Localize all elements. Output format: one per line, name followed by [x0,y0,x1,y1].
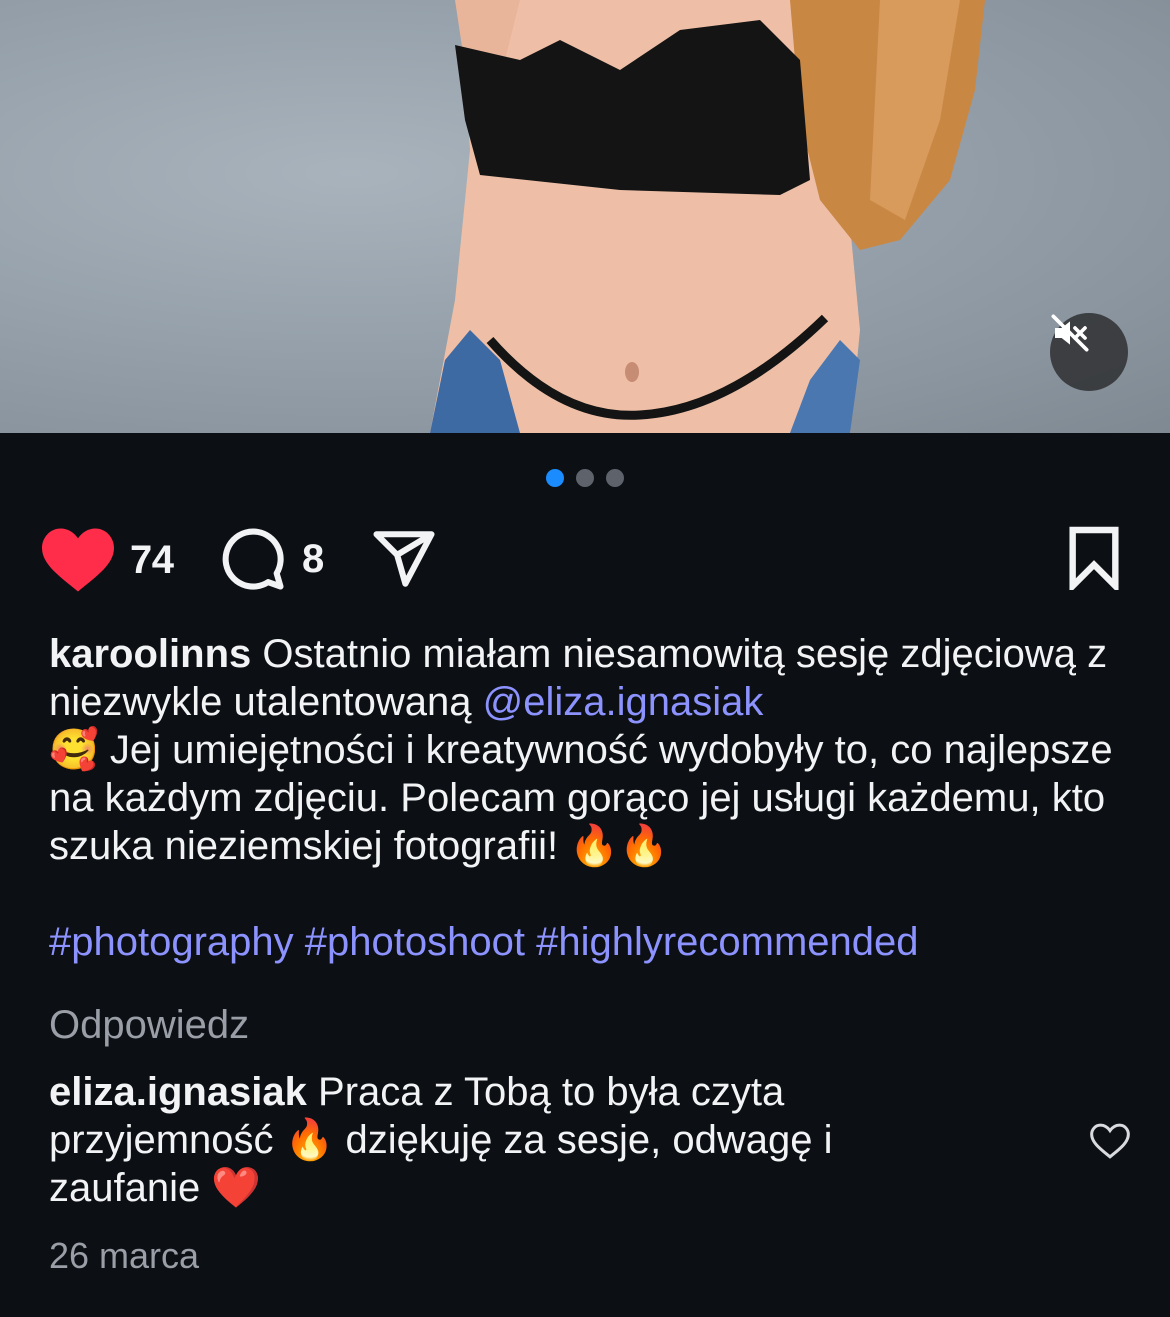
post-media[interactable] [0,0,1170,433]
heart-outline-icon [1090,1123,1130,1159]
likes-count: 74 [130,537,174,582]
heart-filled-icon [42,528,114,592]
comment-date: 26 marca [49,1235,200,1276]
speaker-muted-icon [1051,314,1089,352]
share-button[interactable] [370,526,438,592]
smiling-hearts-emoji: 🥰 [49,727,99,773]
reply-button[interactable]: Odpowiedz [49,1003,249,1048]
carousel-dot-1 [546,469,564,487]
paper-plane-icon [373,531,435,587]
like-button[interactable]: 74 [42,528,174,592]
comments-count: 8 [302,536,324,581]
comment-item: eliza.ignasiak Praca z Tobą to była czyt… [49,1068,949,1212]
comment-bubble-icon [222,528,284,590]
bookmark-icon [1069,526,1119,590]
carousel-dot-2 [576,469,594,487]
post-username[interactable]: karoolinns [49,632,251,676]
fire-emoji: 🔥 [284,1117,335,1163]
action-bar: 74 8 [42,522,1122,598]
mute-button[interactable] [1050,313,1128,391]
comment-button[interactable]: 8 [220,526,324,592]
carousel-indicator [0,469,1170,487]
save-button[interactable] [1066,526,1122,590]
carousel-dot-3 [606,469,624,487]
comment-like-button[interactable] [1090,1123,1130,1163]
comment-username[interactable]: eliza.ignasiak [49,1070,307,1114]
caption-mention[interactable]: @eliza.ignasiak [483,680,764,724]
post-caption: karoolinns Ostatnio miałam niesamowitą s… [49,630,1129,966]
post-photo [430,0,985,433]
fire-emoji: 🔥🔥 [569,823,669,869]
caption-hashtags[interactable]: #photography #photoshoot #highlyrecommen… [49,920,919,964]
red-heart-emoji: ❤️ [211,1165,262,1211]
